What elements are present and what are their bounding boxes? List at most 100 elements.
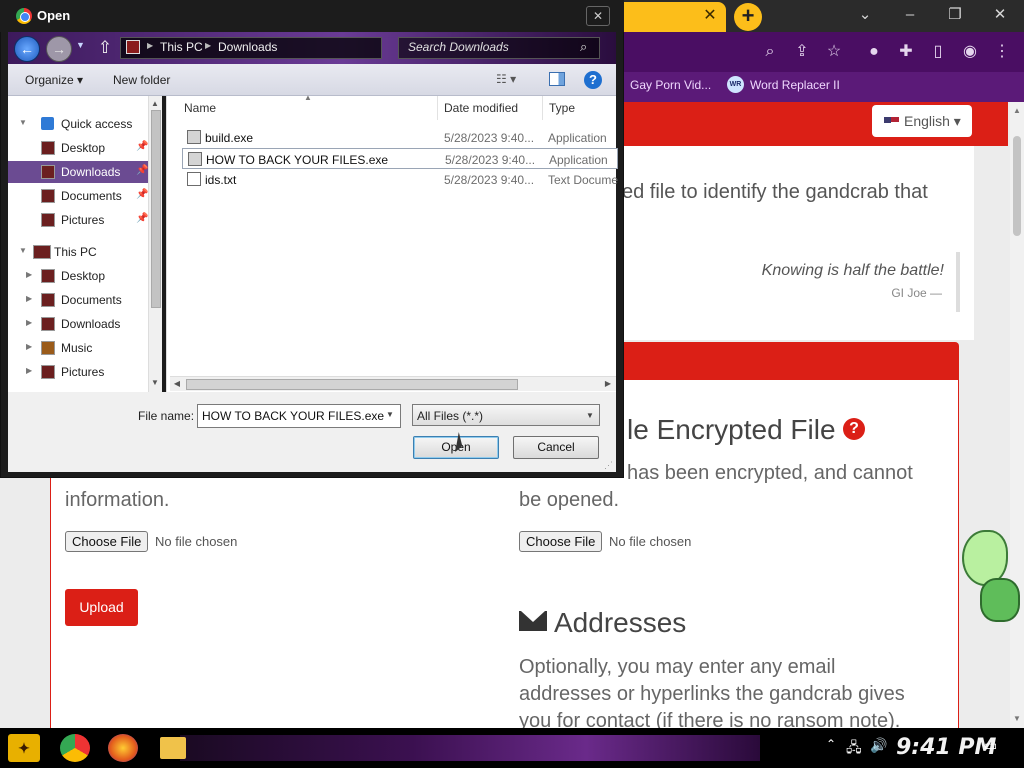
page-scrollbar[interactable]: [1010, 102, 1024, 728]
minimize-icon[interactable]: –: [895, 4, 925, 26]
nav-music[interactable]: ▶ Music: [8, 337, 148, 359]
file-type: Application: [548, 131, 607, 145]
taskbar-clock[interactable]: 9:41 PM: [896, 735, 996, 760]
share-icon[interactable]: ⇪: [790, 40, 814, 64]
help-question-icon[interactable]: ?: [843, 418, 865, 440]
language-label: English: [904, 113, 950, 129]
view-options-icon[interactable]: ☷ ▾: [496, 72, 518, 86]
choose-file-button[interactable]: Choose File: [65, 531, 149, 552]
search-icon[interactable]: ⌕: [758, 40, 782, 64]
back-arrow-icon[interactable]: ←: [14, 36, 40, 62]
left-desc-line: information.: [65, 489, 170, 511]
organize-button[interactable]: Organize ▾: [25, 73, 83, 87]
extensions-puzzle-icon[interactable]: ✚: [894, 40, 918, 64]
side-panel-icon[interactable]: ▯: [926, 40, 950, 64]
nav-documents[interactable]: ▶ Documents: [8, 289, 148, 311]
expand-chevron-icon[interactable]: ▶: [26, 342, 32, 351]
dialog-close-button[interactable]: ✕: [586, 6, 610, 26]
expand-chevron-icon[interactable]: ▶: [26, 270, 32, 279]
restore-icon[interactable]: ❐: [940, 4, 970, 26]
forward-arrow-icon[interactable]: →: [46, 36, 72, 62]
profile-icon[interactable]: ◉: [958, 40, 982, 64]
file-row[interactable]: build.exe 5/28/2023 9:40... Application: [182, 127, 618, 148]
language-selector[interactable]: English ▾: [872, 105, 972, 137]
menu-kebab-icon[interactable]: ⋮: [990, 40, 1014, 64]
expand-chevron-icon[interactable]: ▶: [26, 294, 32, 303]
nav-scroll-down-icon[interactable]: ▼: [148, 377, 162, 389]
help-icon[interactable]: ?: [584, 71, 602, 89]
pin-icon: 📌: [136, 165, 149, 176]
tab-search-icon[interactable]: ⌄: [850, 4, 880, 26]
documents-folder-icon: [41, 293, 55, 307]
file-name: build.exe: [205, 131, 254, 145]
bookmark-star-icon[interactable]: ☆: [822, 40, 846, 64]
file-explorer-taskbar-icon[interactable]: [160, 737, 186, 759]
chrome-taskbar-icon[interactable]: [60, 734, 90, 762]
star-icon: [41, 117, 54, 130]
nav-downloads-pinned[interactable]: Downloads 📌: [8, 161, 148, 183]
column-header-date[interactable]: Date modified: [438, 96, 543, 120]
nav-downloads[interactable]: ▶ Downloads: [8, 313, 148, 335]
nav-label: Documents: [61, 293, 122, 307]
bookmark-item[interactable]: Gay Porn Vid...: [630, 78, 711, 92]
column-header-type[interactable]: Type: [543, 96, 616, 120]
file-date: 5/28/2023 9:40...: [444, 173, 535, 187]
dialog-command-bar: [8, 64, 616, 96]
nav-desktop-pinned[interactable]: Desktop 📌: [8, 137, 148, 159]
up-arrow-icon[interactable]: ⇧: [96, 38, 114, 58]
nav-pictures[interactable]: ▶ Pictures: [8, 361, 148, 383]
expand-chevron-icon[interactable]: ▶: [26, 366, 32, 375]
text-file-icon: [187, 172, 201, 186]
volume-icon[interactable]: 🔊: [870, 737, 887, 754]
scroll-up-icon[interactable]: ▲: [1010, 104, 1024, 118]
notification-icon[interactable]: ▭: [984, 737, 997, 754]
scroll-down-icon[interactable]: ▼: [1010, 712, 1024, 726]
breadcrumb-this-pc[interactable]: This PC: [160, 40, 203, 54]
start-menu-icon[interactable]: ✦: [8, 734, 40, 762]
cancel-button[interactable]: Cancel: [513, 436, 599, 459]
recent-locations-chevron-icon[interactable]: ▼: [76, 40, 85, 50]
nav-desktop[interactable]: ▶ Desktop: [8, 265, 148, 287]
upload-button[interactable]: Upload: [65, 589, 138, 626]
firefox-taskbar-icon[interactable]: [108, 734, 138, 762]
tray-chevron-icon[interactable]: ⌃: [826, 737, 836, 751]
file-name-dropdown-icon[interactable]: ▼: [386, 410, 394, 419]
breadcrumb-separator-icon[interactable]: ▶: [147, 41, 153, 50]
bookmark-item[interactable]: Word Replacer II: [750, 78, 840, 92]
expand-chevron-icon[interactable]: ▶: [26, 318, 32, 327]
choose-file-button[interactable]: Choose File: [519, 531, 603, 552]
hscroll-right-icon[interactable]: ▶: [601, 378, 615, 390]
nav-label: Pictures: [61, 365, 105, 379]
file-list-hscrollbar[interactable]: [170, 376, 616, 391]
breadcrumb-separator-icon[interactable]: ▶: [205, 41, 211, 50]
magnifier-icon[interactable]: ⌕: [580, 39, 587, 55]
hscroll-left-icon[interactable]: ◀: [170, 378, 184, 390]
new-tab-button[interactable]: +: [734, 3, 762, 31]
close-window-icon[interactable]: ✕: [985, 4, 1015, 26]
breadcrumb-downloads[interactable]: Downloads: [218, 40, 277, 54]
dialog-title-bar[interactable]: [0, 0, 624, 32]
file-row[interactable]: ids.txt 5/28/2023 9:40... Text Document: [182, 169, 618, 190]
us-flag-icon: [884, 117, 899, 128]
nav-label: This PC: [54, 245, 97, 259]
collapse-chevron-icon[interactable]: ▼: [19, 246, 27, 255]
nav-documents-pinned[interactable]: Documents 📌: [8, 185, 148, 207]
nav-pane-scrollbar[interactable]: [148, 96, 162, 392]
preview-pane-icon[interactable]: [549, 72, 565, 86]
nav-pictures-pinned[interactable]: Pictures 📌: [8, 209, 148, 231]
nav-scroll-up-icon[interactable]: ▲: [148, 98, 162, 110]
tab-close-icon[interactable]: ✕: [700, 6, 720, 26]
file-type-dropdown-icon[interactable]: ▼: [586, 411, 594, 420]
file-name-input[interactable]: HOW TO BACK YOUR FILES.exe: [197, 404, 401, 428]
network-icon[interactable]: 🖧: [846, 737, 862, 761]
collapse-chevron-icon[interactable]: ▼: [19, 118, 27, 127]
nav-this-pc[interactable]: ▼ This PC: [8, 241, 148, 263]
extension-avatar-icon[interactable]: ●: [862, 40, 886, 64]
new-folder-button[interactable]: New folder: [113, 73, 170, 87]
file-row-selected[interactable]: HOW TO BACK YOUR FILES.exe 5/28/2023 9:4…: [182, 148, 618, 169]
file-type: Application: [549, 153, 608, 167]
resize-grip-icon[interactable]: ⋰: [604, 460, 613, 471]
nav-quick-access[interactable]: ▼ Quick access: [8, 113, 148, 135]
file-type-select[interactable]: All Files (*.*): [412, 404, 600, 426]
quote-text: Knowing is half the battle!: [761, 262, 944, 279]
